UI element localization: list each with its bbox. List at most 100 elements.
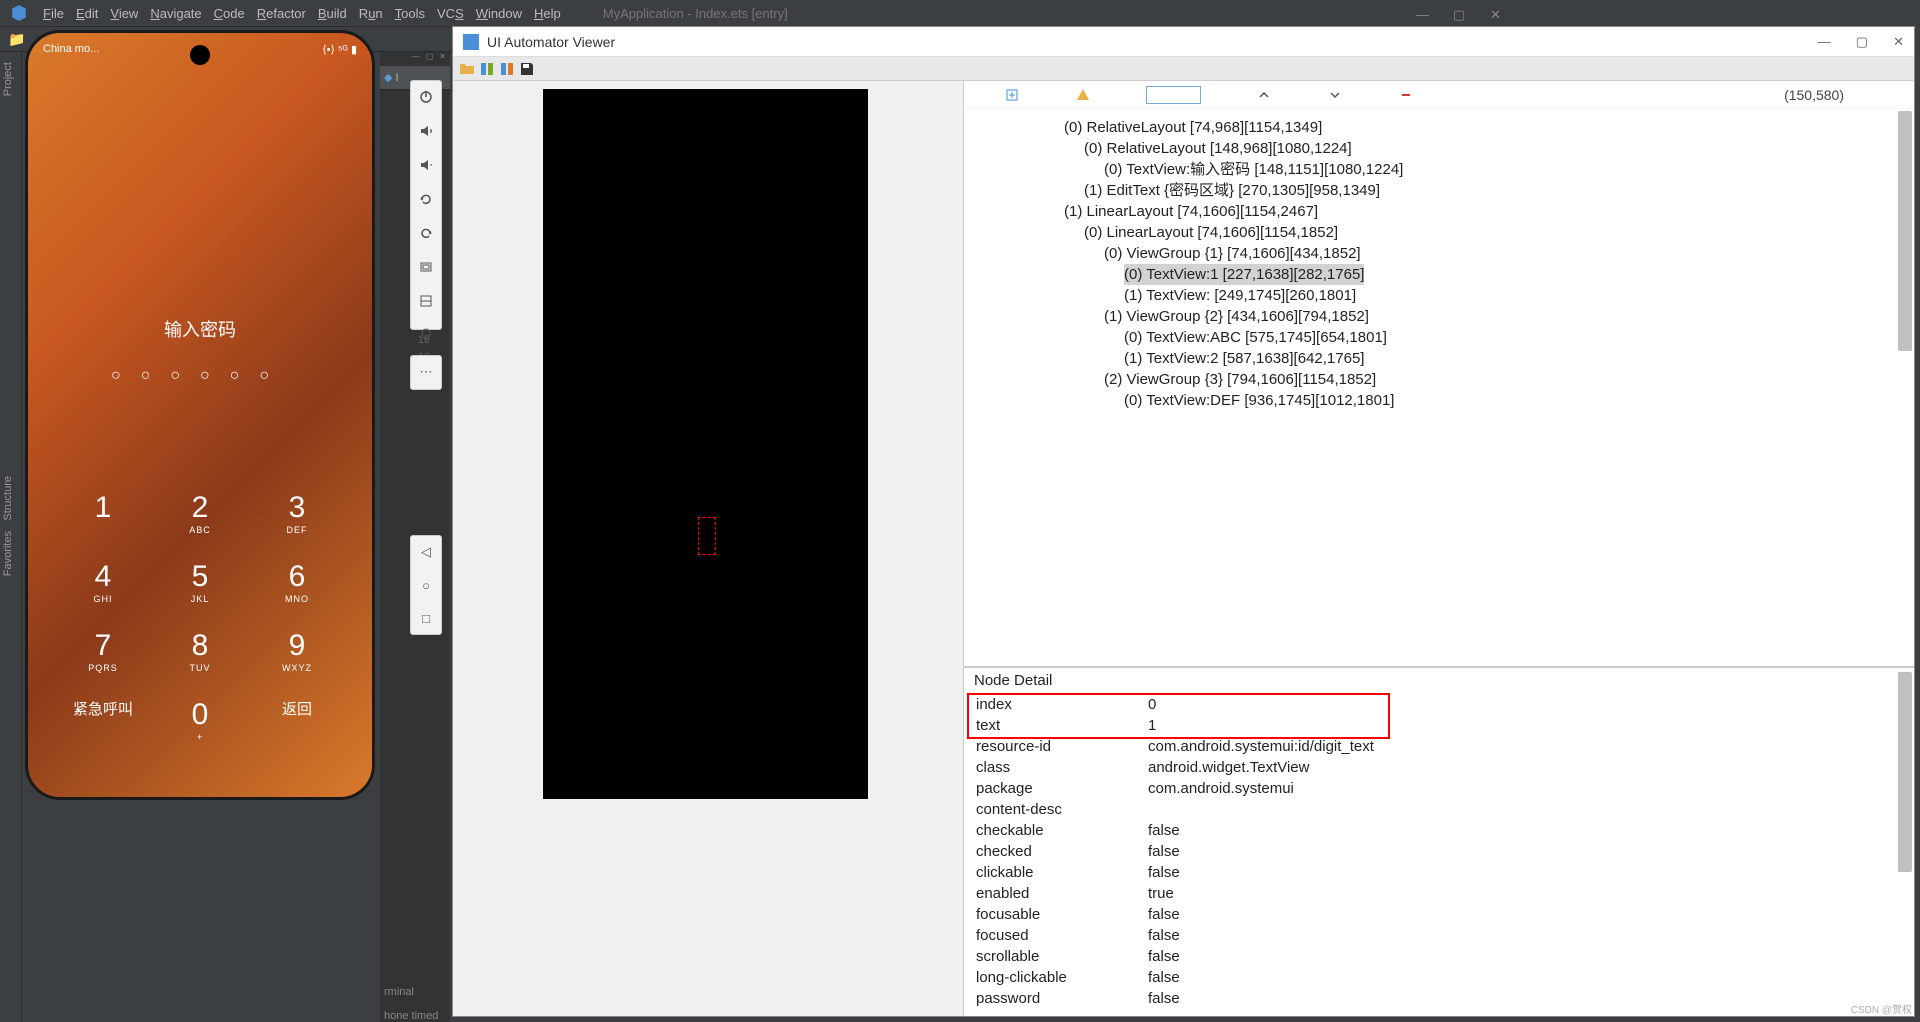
open-icon[interactable] [459,61,475,77]
detail-row[interactable]: index0 [966,695,1912,714]
tree-node[interactable]: (0) LinearLayout [74,1606][1154,1852] [984,222,1894,243]
screenshot-icon[interactable] [418,259,434,275]
panel-close-icon[interactable]: ✕ [439,52,446,66]
key-0[interactable]: 0+ [165,698,235,742]
key-7[interactable]: 7PQRS [68,629,138,673]
rail-favorites[interactable]: Favorites [2,531,14,576]
menu-tools[interactable]: Tools [395,6,425,21]
key-back[interactable]: 返回 [262,698,332,742]
tree-node[interactable]: (2) ViewGroup {3} [794,1606][1154,1852] [984,369,1894,390]
phone-frame: China mo... ⟨•⟩ ⁵ᴳ ▮ 输入密码 ○○○○○○ 1 2ABC … [25,30,375,800]
key-emergency[interactable]: 紧急呼叫 [68,698,138,742]
key-9[interactable]: 9WXYZ [262,629,332,673]
menu-code[interactable]: Code [214,6,245,21]
key-3[interactable]: 3DEF [262,491,332,535]
win-minimize-icon[interactable]: — [1818,34,1831,50]
tree-node[interactable]: (1) LinearLayout [74,1606][1154,2467] [984,201,1894,222]
dump-compressed-icon[interactable] [499,61,515,77]
detail-row[interactable]: checkablefalse [966,821,1912,840]
tree-node[interactable]: (0) TextView:DEF [936,1745][1012,1801] [984,390,1894,411]
detail-row[interactable]: focusablefalse [966,905,1912,924]
hierarchy-tree-pane: (150,580) (0) RelativeLayout [74,968][11… [964,81,1914,666]
detail-row[interactable]: long-clickablefalse [966,968,1912,987]
tree-toolbar: (150,580) [964,81,1914,109]
more-icon[interactable]: ⋯ [418,364,434,380]
key-8[interactable]: 8TUV [165,629,235,673]
device-preview: China mo... ⟨•⟩ ⁵ᴳ ▮ 输入密码 ○○○○○○ 1 2ABC … [25,30,375,810]
tree-node[interactable]: (1) EditText {密码区域} [270,1305][958,1349] [984,180,1894,201]
key-1[interactable]: 1 [68,491,138,535]
menu-file[interactable]: File [43,6,64,21]
detail-row[interactable]: content-desc [966,800,1912,819]
device-screenshot[interactable] [543,89,868,799]
rail-project[interactable]: Project [2,62,14,96]
tree-node-selected[interactable]: (0) TextView:1 [227,1638][282,1765] [1124,264,1364,285]
detail-row[interactable]: passwordfalse [966,989,1912,1008]
warning-icon[interactable] [1075,87,1091,103]
menu-vcs[interactable]: VCS [437,6,464,21]
volume-down-icon[interactable] [418,157,434,173]
minimize-icon[interactable]: — [1416,7,1428,19]
tree-scrollbar[interactable] [1898,111,1912,351]
win-maximize-icon[interactable]: ▢ [1856,34,1868,50]
tree-node[interactable]: (0) TextView:输入密码 [148,1151][1080,1224] [984,159,1894,180]
tree-node[interactable]: (0) RelativeLayout [74,968][1154,1349] [984,117,1894,138]
nav-recents-icon[interactable]: □ [418,611,434,626]
key-2[interactable]: 2ABC [165,491,235,535]
detail-row[interactable]: clickablefalse [966,863,1912,882]
fold-icon[interactable] [418,293,434,309]
tree-node[interactable]: (1) ViewGroup {2} [434,1606][794,1852] [984,306,1894,327]
save-icon[interactable] [519,61,535,77]
panel-min-icon[interactable]: — [412,52,420,66]
ui-auto-titlebar: UI Automator Viewer — ▢ ✕ [453,27,1914,57]
detail-row[interactable]: resource-idcom.android.systemui:id/digit… [966,737,1912,756]
tree-node[interactable]: (0) TextView:ABC [575,1745][654,1801] [984,327,1894,348]
rail-structure[interactable]: Structure [2,476,14,521]
key-4[interactable]: 4GHI [68,560,138,604]
detail-scrollbar[interactable] [1898,672,1912,872]
menu-run[interactable]: Run [359,6,383,21]
menu-build[interactable]: Build [318,6,347,21]
key-5[interactable]: 5JKL [165,560,235,604]
menu-navigate[interactable]: Navigate [150,6,201,21]
panel-max-icon[interactable]: ▢ [426,52,434,66]
detail-row[interactable]: focusedfalse [966,926,1912,945]
close-icon[interactable]: ✕ [1490,7,1502,19]
cursor-coords: (150,580) [1784,87,1844,103]
tree-node[interactable]: (1) TextView:2 [587,1638][642,1765] [984,348,1894,369]
project-folder-icon[interactable]: 📁 [8,31,25,48]
detail-row[interactable]: classandroid.widget.TextView [966,758,1912,777]
maximize-icon[interactable]: ▢ [1453,7,1465,19]
dump-icon[interactable] [479,61,495,77]
menu-help[interactable]: Help [534,6,561,21]
expand-all-icon[interactable] [1004,87,1020,103]
location-icon[interactable] [418,327,434,343]
clear-icon[interactable] [1398,87,1414,103]
detail-row[interactable]: checkedfalse [966,842,1912,861]
tree-search-input[interactable] [1146,86,1201,104]
detail-row[interactable]: scrollablefalse [966,947,1912,966]
rotate-right-icon[interactable] [418,225,434,241]
tree-node[interactable]: (0) ViewGroup {1} [74,1606][434,1852] [984,243,1894,264]
preview-toolbar-mid: ⋯ [410,355,442,390]
tree-content[interactable]: (0) RelativeLayout [74,968][1154,1349](0… [964,109,1914,419]
menu-edit[interactable]: Edit [76,6,98,21]
selection-rect [698,517,716,555]
detail-row[interactable]: text1 [966,716,1912,735]
nav-back-icon[interactable]: ◁ [418,544,434,560]
volume-up-icon[interactable] [418,123,434,139]
key-6[interactable]: 6MNO [262,560,332,604]
win-close-icon[interactable]: ✕ [1893,34,1904,50]
detail-row[interactable]: enabledtrue [966,884,1912,903]
tree-node[interactable]: (1) TextView: [249,1745][260,1801] [984,285,1894,306]
menu-window[interactable]: Window [476,6,522,21]
menu-view[interactable]: View [110,6,138,21]
rotate-left-icon[interactable] [418,191,434,207]
nav-home-icon[interactable]: ○ [418,578,434,593]
prev-match-icon[interactable] [1256,87,1272,103]
menu-refactor[interactable]: Refactor [257,6,306,21]
power-icon[interactable] [418,89,434,105]
next-match-icon[interactable] [1327,87,1343,103]
tree-node[interactable]: (0) RelativeLayout [148,968][1080,1224] [984,138,1894,159]
detail-row[interactable]: packagecom.android.systemui [966,779,1912,798]
